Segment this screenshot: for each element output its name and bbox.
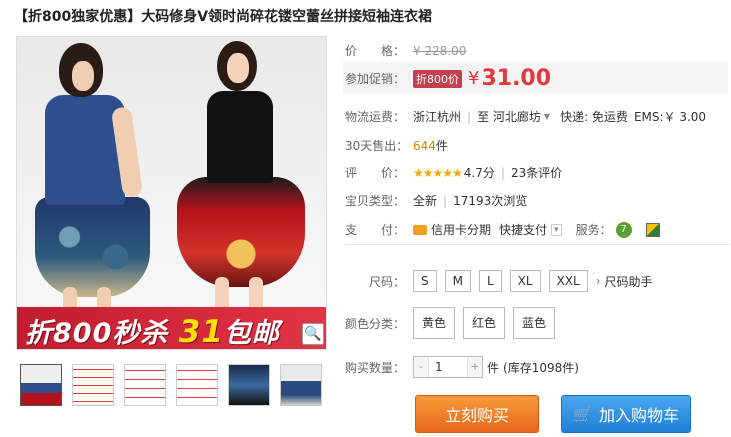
ship-to-select[interactable]: 河北廊坊 [493,108,541,125]
thumbnail-list [20,364,322,406]
sold-count: 644 [413,138,436,153]
guarantee-icon[interactable] [645,222,660,237]
size-guide-link[interactable]: 尺码助手 [605,273,653,290]
type-label: 宝贝类型： [345,194,406,208]
rating-label: 评 价： [345,166,406,180]
seven-day-return-icon[interactable]: 7 [615,221,632,238]
chevron-right-icon: › [595,274,601,288]
size-option-xl[interactable]: XL [509,270,541,292]
quantity-unit: 件 [487,360,500,375]
size-option-m[interactable]: M [444,270,471,292]
banner-number: 31 [178,314,224,350]
rating-score: 4.7分 [463,166,495,180]
product-main-image[interactable]: 折800秒杀 31包邮 🔍 [16,36,327,350]
star-rating-icon: ★★★★★ [413,165,463,180]
quantity-label: 购买数量： [345,360,406,375]
expand-icon[interactable]: ▾ [551,223,562,236]
banner-suffix: 包邮 [223,318,280,349]
banner-prefix: 折800秒杀 [25,318,169,349]
add-to-cart-button[interactable]: 🛒 加入购物车 [561,395,691,433]
quantity-stepper: - + [413,356,483,378]
service-label: 服务： [575,223,612,237]
ship-express: 快递: 免运费 [560,110,628,124]
quantity-decrement-button[interactable]: - [414,357,428,377]
views-count: 17193次浏览 [453,194,528,208]
thumbnail-4[interactable] [176,364,218,406]
color-option-blue[interactable]: 蓝色 [513,307,556,339]
size-option-xxl[interactable]: XXL [548,270,588,292]
size-option-l[interactable]: L [478,270,502,292]
pay-credit-link[interactable]: 信用卡分期 [431,221,491,238]
original-price: ¥ 228.00 [413,43,467,58]
ship-ems: EMS:￥ 3.00 [633,110,707,124]
sold-unit: 件 [435,139,448,153]
currency-symbol: ¥ [468,68,480,89]
shipping-label: 物流运费： [345,110,406,124]
quantity-input[interactable] [428,357,468,377]
stock-count: (库存1098件) [503,360,579,375]
ship-from: 浙江杭州 [413,110,462,124]
divider [345,244,730,245]
buy-now-label: 立刻购买 [444,406,509,425]
ship-to-prefix: 至 [477,110,490,124]
promo-banner: 折800秒杀 31包邮 [17,307,326,349]
payment-label: 支 付： [345,223,406,237]
price-label: 价 格： [345,44,406,58]
size-option-s[interactable]: S [413,270,437,292]
thumbnail-2[interactable] [72,364,114,406]
thumbnail-6[interactable] [280,364,322,406]
pay-quick-link[interactable]: 快捷支付 [499,221,547,238]
color-option-red[interactable]: 红色 [463,307,506,339]
review-count-link[interactable]: 23条评价 [511,164,562,181]
buy-now-button[interactable]: 立刻购买 [415,395,539,433]
shopping-cart-icon: 🛒 [573,404,593,424]
thumbnail-1[interactable] [20,364,62,406]
credit-card-icon [413,224,427,235]
chevron-down-icon[interactable]: ▼ [544,112,550,121]
promo-label: 参加促销： [345,72,406,86]
sold-label: 30天售出： [345,139,409,153]
thumbnail-3[interactable] [124,364,166,406]
product-title: 【折800独家优惠】大码修身V领时尚碎花镂空蕾丝拼接短袖连衣裙 [14,9,433,25]
type-value: 全新 [413,194,438,208]
magnifier-icon[interactable]: 🔍 [302,323,324,345]
color-label: 颜色分类： [345,316,406,331]
thumbnail-5[interactable] [228,364,270,406]
color-option-yellow[interactable]: 黄色 [413,307,456,339]
add-to-cart-label: 加入购物车 [598,406,679,425]
size-label: 尺码： [368,274,405,289]
promo-tag: 折800价 [413,69,462,88]
promo-price: 31.00 [481,66,552,91]
quantity-increment-button[interactable]: + [468,357,482,377]
